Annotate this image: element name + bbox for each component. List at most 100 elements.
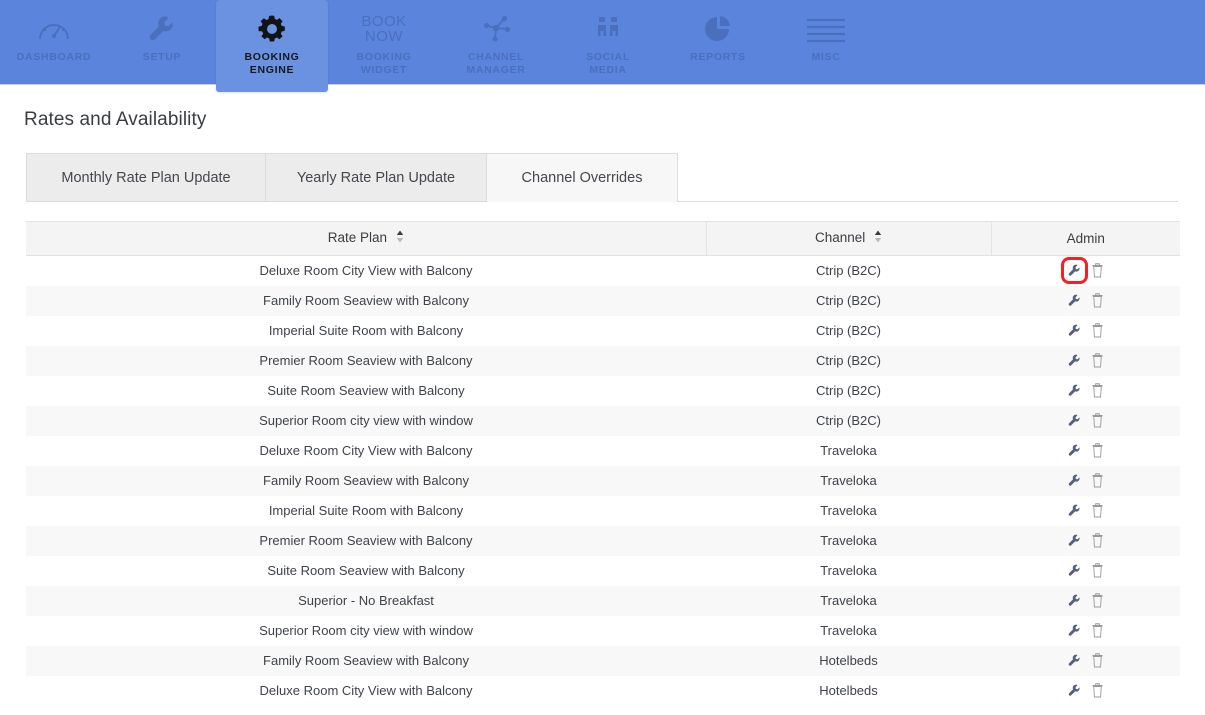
trash-icon[interactable] — [1089, 592, 1106, 609]
page-title: Rates and Availability — [24, 109, 207, 130]
nav-item-dashboard[interactable]: DASHBOARD — [0, 0, 108, 85]
nav-item-channel-manager[interactable]: CHANNEL MANAGER — [440, 0, 552, 85]
admin-actions — [991, 442, 1180, 459]
cell-channel: Traveloka — [820, 623, 877, 638]
wrench-icon[interactable] — [1066, 502, 1083, 519]
cell-rate-plan: Deluxe Room City View with Balcony — [259, 263, 473, 279]
trash-icon[interactable] — [1089, 532, 1106, 549]
table-header: Rate Plan Channel Admin — [26, 221, 1180, 256]
nav-label-booking-engine: BOOKING ENGINE — [244, 51, 300, 76]
wrench-icon[interactable] — [1066, 562, 1083, 579]
wrench-icon[interactable] — [1066, 532, 1083, 549]
cell-rate-plan: Imperial Suite Room with Balcony — [268, 503, 464, 518]
trash-icon[interactable] — [1089, 322, 1106, 339]
nav-label-channel-manager: CHANNEL MANAGER — [466, 51, 526, 76]
trash-icon[interactable] — [1089, 412, 1106, 429]
tab-channel-overrides[interactable]: Channel Overrides — [486, 153, 678, 202]
wrench-icon[interactable] — [1066, 472, 1083, 489]
admin-actions — [991, 622, 1180, 639]
cell-channel: Ctrip (B2C) — [815, 323, 881, 338]
hamburger-lines-icon — [805, 9, 847, 49]
tab-monthly-rate-plan-update[interactable]: Monthly Rate Plan Update — [26, 153, 266, 201]
nav-item-setup[interactable]: SETUP — [108, 0, 216, 85]
nav-item-misc[interactable]: MISC — [772, 0, 880, 85]
wrench-icon[interactable] — [1066, 652, 1083, 669]
column-header-rate-plan[interactable]: Rate Plan — [26, 221, 706, 256]
nav-item-social-media[interactable]: SOCIAL MEDIA — [552, 0, 664, 85]
cell-admin — [991, 256, 1180, 286]
admin-actions — [991, 532, 1180, 549]
wrench-icon[interactable] — [1060, 257, 1088, 285]
rate-plan-table-container: Rate Plan Channel Admin Deluxe Room City… — [26, 221, 1180, 706]
column-header-channel[interactable]: Channel — [705, 221, 992, 256]
table-row: Imperial Suite Room with Balcony Travelok… — [26, 495, 1180, 526]
wrench-icon[interactable] — [1066, 412, 1083, 429]
table-row: Family Room Seaview with Balcony Ctrip (B… — [26, 285, 1180, 316]
nav-label-setup: SETUP — [142, 51, 182, 63]
nav-label-booking-widget: BOOKING WIDGET — [356, 51, 412, 76]
nav-item-booking-widget[interactable]: BOOK NOW BOOKING WIDGET — [328, 0, 440, 85]
main-navigation: DASHBOARD SETUP BOOKING ENGINE BOOK NOW … — [0, 0, 1205, 92]
table-row: Deluxe Room City View with Balcony Hotelb… — [26, 675, 1180, 706]
cell-admin — [991, 286, 1180, 316]
cell-rate-plan: Superior Room city view with window — [259, 623, 473, 638]
cell-admin — [991, 406, 1180, 436]
trash-icon[interactable] — [1089, 262, 1106, 279]
rate-plan-table: Rate Plan Channel Admin Deluxe Room City… — [26, 221, 1180, 706]
trash-icon[interactable] — [1089, 652, 1106, 669]
tab-label-monthly: Monthly Rate Plan Update — [61, 169, 231, 186]
book-now-glyph-text: BOOK NOW — [361, 13, 407, 45]
nav-label-reports: REPORTS — [690, 51, 746, 63]
wrench-icon[interactable] — [1066, 682, 1083, 699]
wrench-icon[interactable] — [1066, 382, 1083, 399]
gauge-icon — [37, 9, 71, 49]
trash-icon[interactable] — [1089, 442, 1106, 459]
cell-admin — [991, 496, 1180, 526]
wrench-icon — [147, 9, 177, 49]
nav-item-reports[interactable]: REPORTS — [664, 0, 772, 85]
cell-admin — [991, 376, 1180, 406]
cell-channel: Hotelbeds — [819, 683, 878, 698]
wrench-icon[interactable] — [1066, 442, 1083, 459]
table-row: Deluxe Room City View with Balcony Ctrip … — [26, 255, 1180, 286]
wrench-icon[interactable] — [1066, 592, 1083, 609]
cell-channel: Traveloka — [820, 533, 877, 548]
trash-icon[interactable] — [1089, 562, 1106, 579]
sort-icon-rate-plan[interactable] — [396, 230, 404, 246]
trash-icon[interactable] — [1089, 472, 1106, 489]
wrench-icon[interactable] — [1066, 622, 1083, 639]
trash-icon[interactable] — [1089, 502, 1106, 519]
tab-yearly-rate-plan-update[interactable]: Yearly Rate Plan Update — [265, 153, 487, 201]
trash-icon[interactable] — [1089, 622, 1106, 639]
table-row: Superior Room city view with window Trave… — [26, 615, 1180, 646]
trash-icon[interactable] — [1089, 682, 1106, 699]
wrench-icon[interactable] — [1066, 322, 1083, 339]
trash-icon[interactable] — [1089, 292, 1106, 309]
admin-actions — [991, 472, 1180, 489]
cell-channel: Traveloka — [820, 473, 877, 488]
column-label-admin: Admin — [1066, 231, 1105, 246]
sort-icon-channel[interactable] — [874, 230, 882, 246]
trash-icon[interactable] — [1089, 382, 1106, 399]
wrench-icon[interactable] — [1066, 292, 1083, 309]
table-row: Suite Room Seaview with Balcony Traveloka — [26, 555, 1180, 586]
book-now-text-icon: BOOK NOW — [361, 9, 406, 49]
table-row: Family Room Seaview with Balcony Hotelbed… — [26, 645, 1180, 676]
cell-admin — [991, 526, 1180, 556]
column-header-admin: Admin — [991, 221, 1180, 256]
cell-channel: Traveloka — [820, 563, 877, 578]
cell-admin — [991, 676, 1180, 706]
cell-rate-plan: Family Room Seaview with Balcony — [263, 653, 469, 668]
nav-label-dashboard: DASHBOARD — [16, 51, 92, 63]
cell-admin — [991, 616, 1180, 646]
wrench-icon[interactable] — [1066, 352, 1083, 369]
nav-item-booking-engine[interactable]: BOOKING ENGINE — [216, 0, 328, 92]
cell-rate-plan: Deluxe Room City View with Balcony — [259, 683, 473, 698]
cell-channel: Traveloka — [820, 443, 877, 458]
cell-admin — [991, 586, 1180, 616]
admin-actions — [991, 322, 1180, 339]
trash-icon[interactable] — [1089, 352, 1106, 369]
tab-label-channel-overrides: Channel Overrides — [521, 169, 643, 186]
table-row: Suite Room Seaview with Balcony Ctrip (B2… — [26, 375, 1180, 406]
admin-actions — [991, 257, 1180, 285]
